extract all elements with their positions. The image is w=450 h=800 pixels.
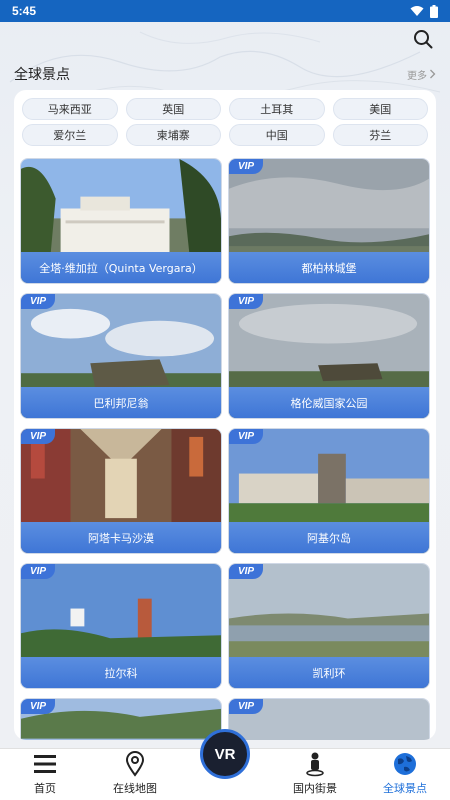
nav-online-map[interactable]: 在线地图 — [90, 749, 180, 800]
battery-icon — [430, 4, 438, 18]
country-chip-turkey[interactable]: 土耳其 — [229, 98, 325, 120]
section-header: 全球景点 更多 — [14, 62, 436, 86]
attraction-name: 都柏林城堡 — [229, 252, 429, 283]
attraction-name: 凯利环 — [229, 657, 429, 688]
attraction-tile[interactable]: VIP 都柏林城堡 — [228, 158, 430, 284]
nav-global-attractions[interactable]: 全球景点 — [360, 749, 450, 800]
search-icon[interactable] — [412, 28, 434, 50]
country-chip-uk[interactable]: 英国 — [125, 98, 221, 120]
street-view-person-icon — [306, 752, 324, 777]
attraction-grid: 全塔·维加拉（Quinta Vergara） VIP 都柏林城堡 VIP 巴利邦… — [20, 158, 430, 740]
attraction-tile[interactable]: VIP 拉尔科 — [20, 563, 222, 689]
vip-badge: VIP — [229, 159, 263, 174]
bottom-nav: 首页 在线地图 VR 国内街景 全球景点 — [0, 729, 450, 800]
attraction-name: 阿塔卡马沙漠 — [21, 522, 221, 553]
attractions-card: 马来西亚 英国 土耳其 美国 爱尔兰 柬埔寨 中国 芬兰 全塔·维加拉（Quin… — [14, 90, 436, 740]
status-time: 5:45 — [12, 4, 37, 18]
attraction-tile[interactable]: VIP — [228, 698, 430, 740]
attraction-tile[interactable]: VIP 巴利邦尼翁 — [20, 293, 222, 419]
vip-badge: VIP — [21, 699, 55, 714]
status-bar: 5:45 — [0, 0, 450, 22]
country-chips: 马来西亚 英国 土耳其 美国 爱尔兰 柬埔寨 中国 芬兰 — [20, 98, 430, 146]
menu-icon — [34, 755, 56, 773]
attraction-tile[interactable]: 全塔·维加拉（Quinta Vergara） — [20, 158, 222, 284]
more-label: 更多 — [407, 70, 427, 82]
nav-home-label: 首页 — [34, 782, 56, 795]
vip-badge: VIP — [21, 294, 55, 309]
attraction-tile[interactable]: VIP 阿基尔岛 — [228, 428, 430, 554]
nav-vr: VR — [180, 729, 270, 800]
vip-badge: VIP — [229, 429, 263, 444]
nav-domestic-street[interactable]: 国内街景 — [270, 749, 360, 800]
nav-home[interactable]: 首页 — [0, 749, 90, 800]
chevron-right-icon — [430, 69, 436, 79]
attraction-name: 阿基尔岛 — [229, 522, 429, 553]
attraction-tile[interactable]: VIP 凯利环 — [228, 563, 430, 689]
attraction-name: 全塔·维加拉（Quinta Vergara） — [21, 252, 221, 283]
section-title: 全球景点 — [14, 67, 70, 83]
attraction-tile[interactable]: VIP — [20, 698, 222, 740]
globe-icon — [394, 753, 416, 775]
attraction-tile[interactable]: VIP 格伦威国家公园 — [228, 293, 430, 419]
country-chip-malaysia[interactable]: 马来西亚 — [22, 98, 118, 120]
country-chip-cambodia[interactable]: 柬埔寨 — [125, 124, 221, 146]
country-chip-usa[interactable]: 美国 — [332, 98, 428, 120]
country-chip-finland[interactable]: 芬兰 — [332, 124, 428, 146]
attraction-name: 巴利邦尼翁 — [21, 387, 221, 418]
country-chip-ireland[interactable]: 爱尔兰 — [22, 124, 118, 146]
nav-online-map-label: 在线地图 — [113, 782, 157, 795]
nav-domestic-street-label: 国内街景 — [293, 782, 337, 795]
wifi-icon — [410, 6, 424, 16]
attraction-name: 格伦威国家公园 — [229, 387, 429, 418]
location-pin-icon — [125, 751, 145, 777]
vip-badge: VIP — [229, 699, 263, 714]
vip-badge: VIP — [21, 429, 55, 444]
attraction-name: 拉尔科 — [21, 657, 221, 688]
more-link[interactable]: 更多 — [407, 67, 436, 82]
country-chip-china[interactable]: 中国 — [229, 124, 325, 146]
vip-badge: VIP — [21, 564, 55, 579]
attraction-tile[interactable]: VIP 阿塔卡马沙漠 — [20, 428, 222, 554]
vip-badge: VIP — [229, 564, 263, 579]
status-icons — [410, 4, 438, 18]
vip-badge: VIP — [229, 294, 263, 309]
nav-global-attractions-label: 全球景点 — [383, 782, 427, 795]
vr-button[interactable]: VR — [200, 729, 250, 779]
